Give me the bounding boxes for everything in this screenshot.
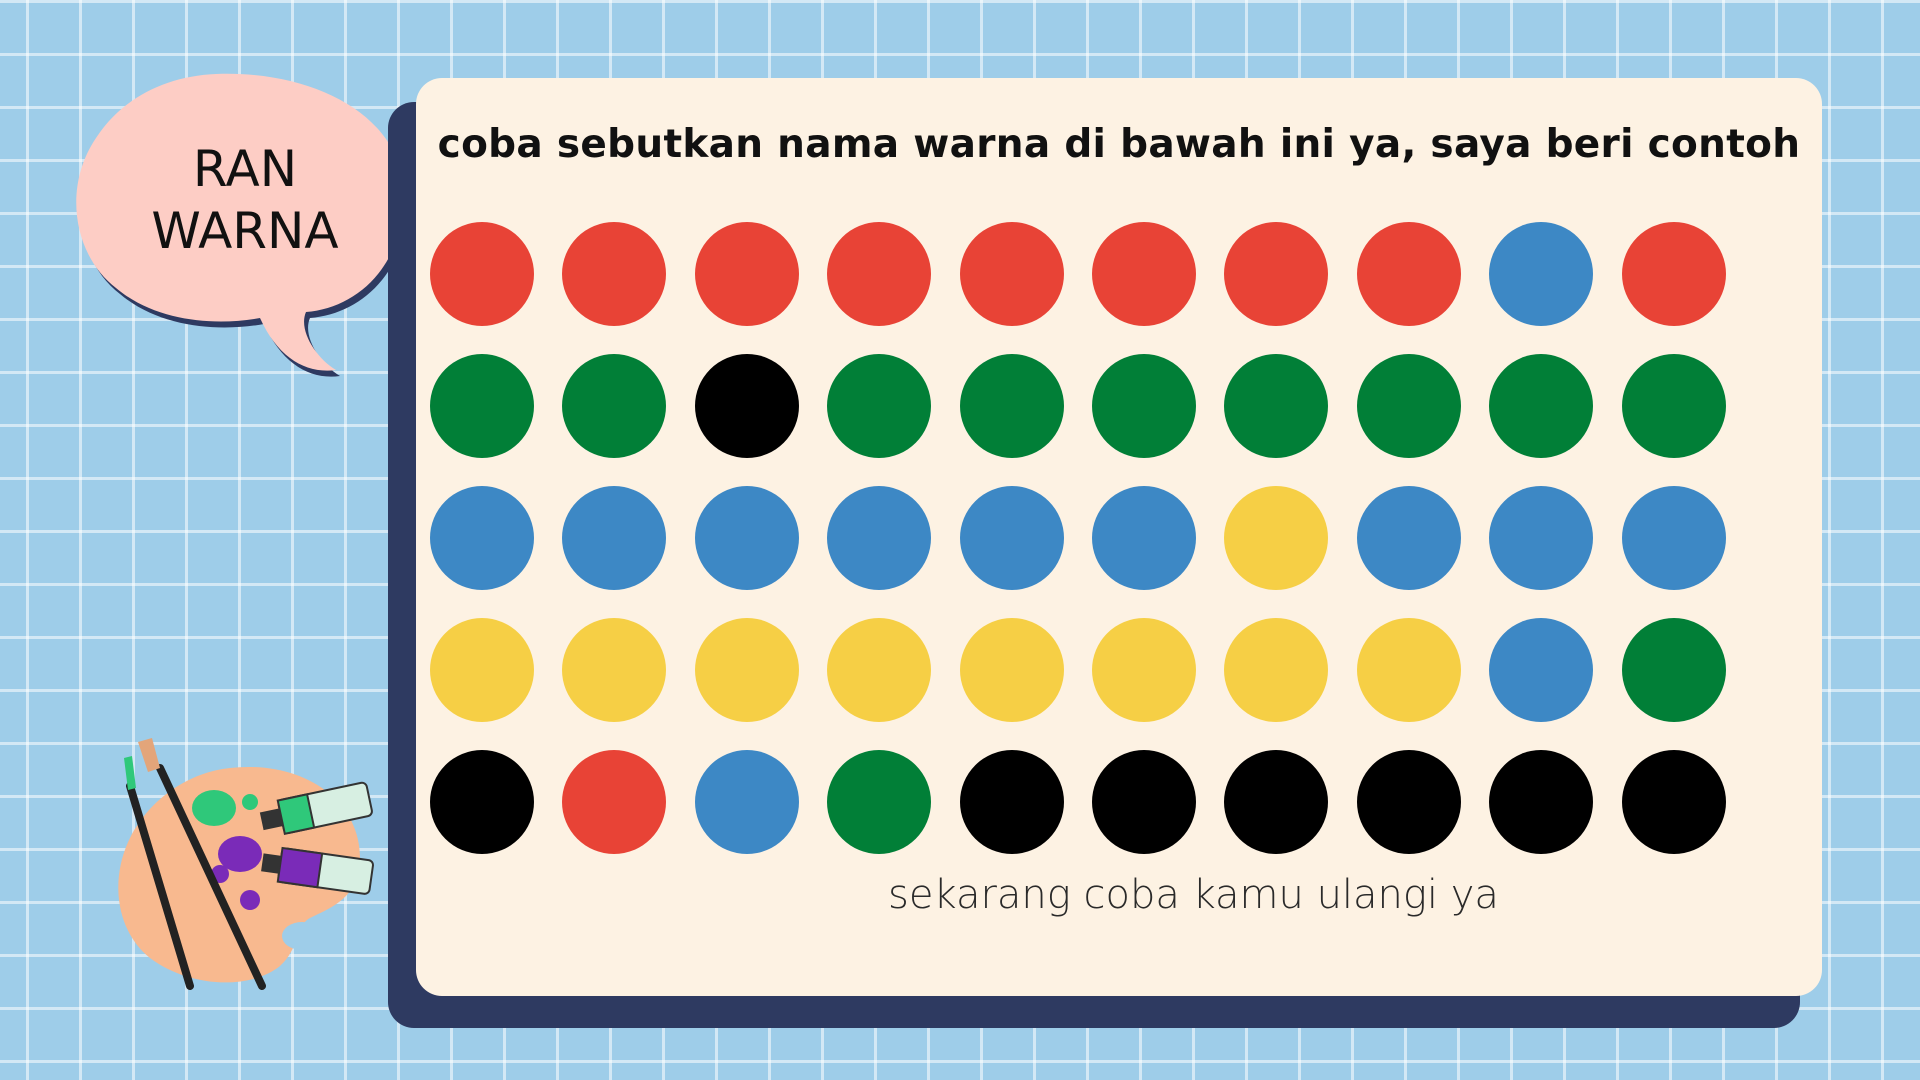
color-dot-blue — [1489, 618, 1594, 722]
color-dot-green — [1091, 354, 1196, 458]
color-dot-red — [1356, 222, 1461, 326]
color-dot-black — [1356, 750, 1461, 854]
bubble-title: RAN WARNA — [110, 138, 380, 262]
bubble-title-line-1: RAN — [192, 140, 298, 198]
color-dot-green — [1489, 354, 1594, 458]
paint-palette-icon — [118, 738, 374, 990]
color-dot-green — [827, 354, 932, 458]
color-dot-yellow — [1091, 618, 1196, 722]
color-dot-yellow — [430, 618, 534, 722]
color-dot-green — [562, 354, 667, 458]
footer-text: sekarang coba kamu ulangi ya — [888, 872, 1499, 918]
color-dot-black — [430, 750, 534, 854]
color-dot-green — [959, 354, 1064, 458]
instruction-text: coba sebutkan nama warna di bawah ini ya… — [437, 122, 1801, 167]
color-dot-black — [1489, 750, 1594, 854]
color-dot-green — [1356, 354, 1461, 458]
color-dot-red — [562, 222, 667, 326]
color-dot-yellow — [562, 618, 667, 722]
color-dot-red — [1091, 222, 1196, 326]
color-dot-red — [1621, 222, 1726, 326]
color-dot-yellow — [1224, 486, 1329, 590]
color-dot-red — [430, 222, 534, 326]
color-dot-red — [1224, 222, 1329, 326]
color-dot-blue — [694, 750, 799, 854]
color-dot-yellow — [1356, 618, 1461, 722]
color-dot-black — [959, 750, 1064, 854]
color-dot-green — [1621, 354, 1726, 458]
color-dot-blue — [1091, 486, 1196, 590]
color-dot-blue — [1356, 486, 1461, 590]
color-dot-black — [1224, 750, 1329, 854]
color-dot-blue — [1621, 486, 1726, 590]
color-dot-blue — [1489, 222, 1594, 326]
color-dot-black — [1091, 750, 1196, 854]
color-dot-red — [959, 222, 1064, 326]
color-dot-yellow — [694, 618, 799, 722]
color-dot-green — [430, 354, 534, 458]
bubble-title-line-2: WARNA — [151, 202, 339, 260]
color-dot-red — [694, 222, 799, 326]
color-dot-red — [562, 750, 667, 854]
color-dot-green — [1224, 354, 1329, 458]
color-dot-red — [827, 222, 932, 326]
color-dot-green — [827, 750, 932, 854]
color-dot-yellow — [827, 618, 932, 722]
color-dot-yellow — [1224, 618, 1329, 722]
color-dot-yellow — [959, 618, 1064, 722]
color-dot-blue — [430, 486, 534, 590]
color-dot-blue — [694, 486, 799, 590]
content-card: coba sebutkan nama warna di bawah ini ya… — [416, 78, 1822, 996]
color-dot-grid — [430, 222, 1726, 854]
color-dot-green — [1621, 618, 1726, 722]
color-dot-blue — [827, 486, 932, 590]
color-dot-blue — [1489, 486, 1594, 590]
color-dot-black — [694, 354, 799, 458]
color-dot-blue — [562, 486, 667, 590]
color-dot-black — [1621, 750, 1726, 854]
color-dot-blue — [959, 486, 1064, 590]
